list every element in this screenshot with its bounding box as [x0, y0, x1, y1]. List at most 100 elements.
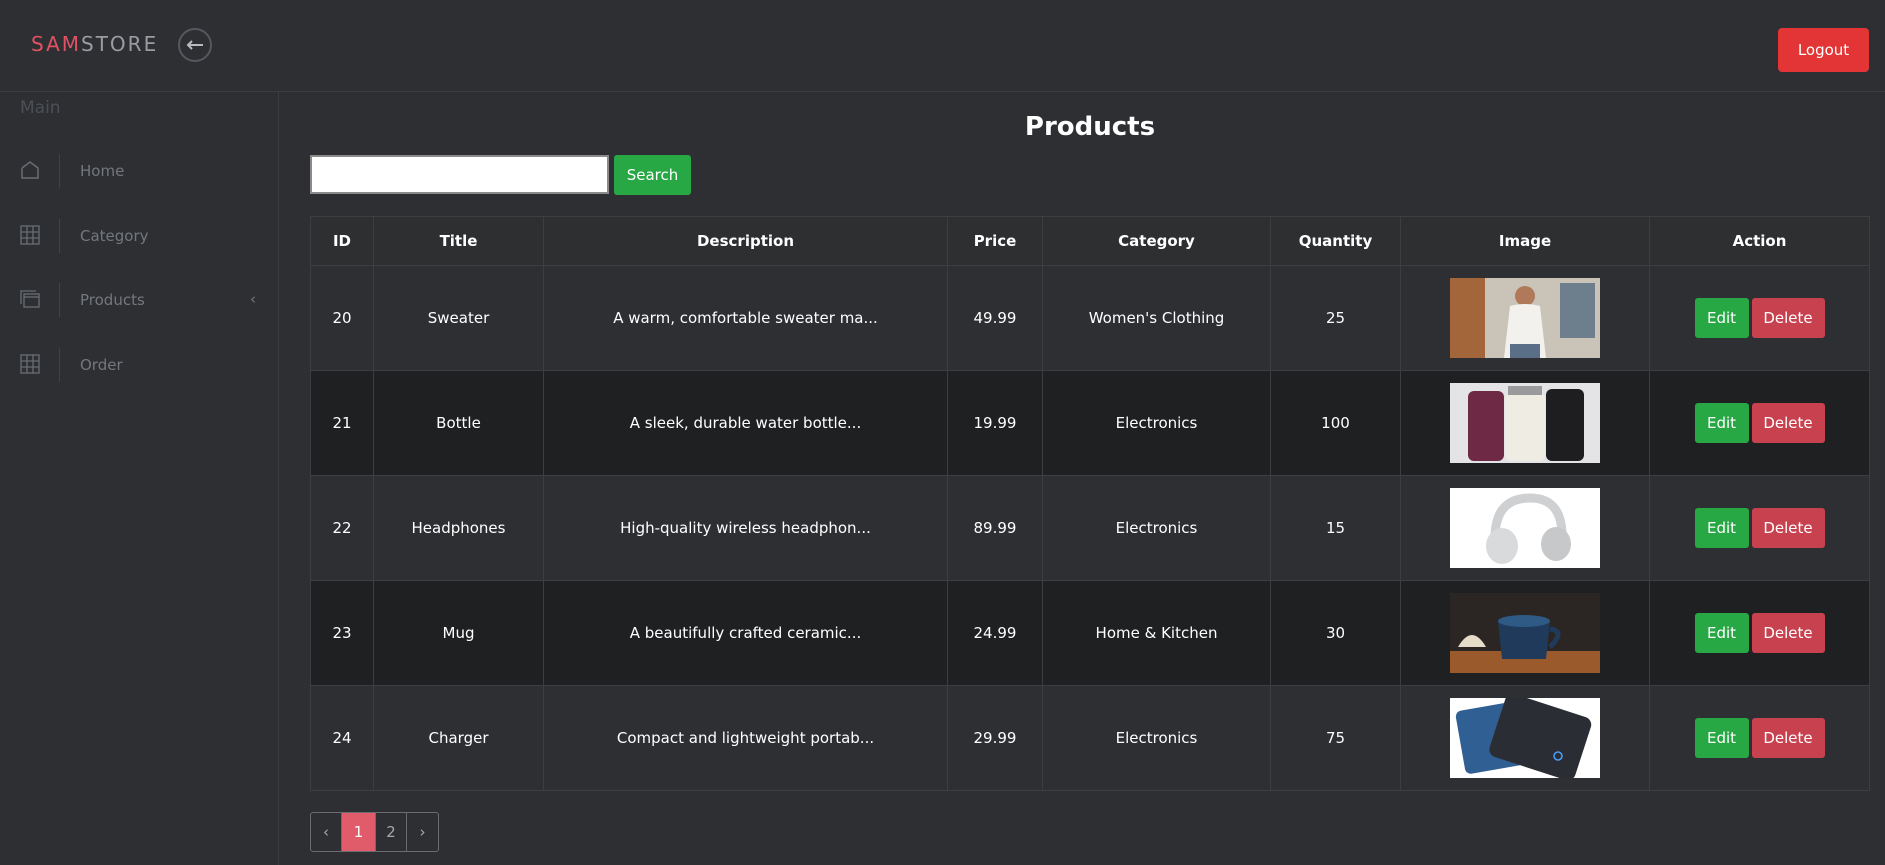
cell-action: Edit Delete — [1649, 475, 1870, 581]
edit-button[interactable]: Edit — [1694, 403, 1749, 443]
column-header-description: Description — [543, 216, 948, 266]
cell-price: 49.99 — [947, 265, 1043, 371]
cell-title: Headphones — [373, 475, 544, 581]
bottles-photo — [1450, 383, 1600, 463]
cell-quantity: 100 — [1270, 370, 1401, 476]
brand-logo[interactable]: SAMSTORE — [31, 32, 158, 56]
cell-id: 22 — [310, 475, 374, 581]
cell-image — [1400, 475, 1650, 581]
top-bar: SAMSTORE Logout — [0, 0, 1885, 92]
pagination-prev[interactable]: ‹ — [311, 813, 342, 851]
brand-part-store: STORE — [81, 32, 159, 56]
cell-quantity: 25 — [1270, 265, 1401, 371]
cell-image — [1400, 265, 1650, 371]
cell-quantity: 75 — [1270, 685, 1401, 791]
sidebar-item-label: Category — [80, 227, 149, 245]
cell-category: Electronics — [1042, 370, 1271, 476]
sidebar-item-home[interactable]: Home — [0, 154, 279, 188]
cell-action: Edit Delete — [1649, 580, 1870, 686]
cell-category: Home & Kitchen — [1042, 580, 1271, 686]
home-icon — [21, 161, 39, 179]
cell-title: Sweater — [373, 265, 544, 371]
sweater-photo — [1450, 278, 1600, 358]
cell-title: Mug — [373, 580, 544, 686]
cell-description: A sleek, durable water bottle... — [543, 370, 948, 476]
stack-icon — [20, 290, 40, 308]
pagination: ‹ 1 2 › — [310, 812, 439, 852]
table-row: 20 Sweater A warm, comfortable sweater m… — [310, 265, 1870, 371]
sidebar-item-separator — [59, 283, 60, 317]
sidebar-section-label: Main — [20, 98, 61, 118]
pagination-page-1[interactable]: 1 — [342, 813, 376, 851]
cell-action: Edit Delete — [1649, 685, 1870, 791]
sidebar-item-label: Products — [80, 291, 145, 309]
mug-photo — [1450, 593, 1600, 673]
cell-category: Electronics — [1042, 685, 1271, 791]
column-header-quantity: Quantity — [1270, 216, 1401, 266]
cell-id: 23 — [310, 580, 374, 686]
cell-description: Compact and lightweight portab... — [543, 685, 948, 791]
cell-title: Bottle — [373, 370, 544, 476]
column-header-action: Action — [1649, 216, 1870, 266]
delete-button[interactable]: Delete — [1751, 403, 1825, 443]
cell-category: Electronics — [1042, 475, 1271, 581]
cell-description: A beautifully crafted ceramic... — [543, 580, 948, 686]
search-button[interactable]: Search — [614, 155, 691, 195]
pagination-page-2[interactable]: 2 — [376, 813, 407, 851]
cell-action: Edit Delete — [1649, 265, 1870, 371]
edit-button[interactable]: Edit — [1694, 613, 1749, 653]
sidebar-item-separator — [59, 154, 60, 188]
sidebar-item-label: Home — [80, 162, 125, 180]
delete-button[interactable]: Delete — [1751, 298, 1825, 338]
cell-description: A warm, comfortable sweater ma... — [543, 265, 948, 371]
sidebar-toggle-button[interactable] — [178, 28, 212, 62]
pagination-next[interactable]: › — [407, 813, 438, 851]
search-input[interactable] — [310, 155, 609, 194]
cell-action: Edit Delete — [1649, 370, 1870, 476]
sidebar-item-separator — [59, 348, 60, 382]
column-header-id: ID — [310, 216, 374, 266]
column-header-image: Image — [1400, 216, 1650, 266]
table-row: 23 Mug A beautifully crafted ceramic... … — [310, 580, 1870, 686]
sidebar-item-order[interactable]: Order — [0, 348, 279, 382]
brand-part-sam: SAM — [31, 32, 82, 56]
table-row: 22 Headphones High-quality wireless head… — [310, 475, 1870, 581]
table-row: 24 Charger Compact and lightweight porta… — [310, 685, 1870, 791]
sidebar-item-category[interactable]: Category — [0, 219, 279, 253]
cell-id: 20 — [310, 265, 374, 371]
sidebar-item-products[interactable]: Products ‹ — [0, 283, 279, 317]
delete-button[interactable]: Delete — [1751, 718, 1825, 758]
cell-description: High-quality wireless headphon... — [543, 475, 948, 581]
edit-button[interactable]: Edit — [1694, 298, 1749, 338]
cell-category: Women's Clothing — [1042, 265, 1271, 371]
cell-id: 21 — [310, 370, 374, 476]
grid-icon — [20, 354, 40, 374]
table-row: 21 Bottle A sleek, durable water bottle.… — [310, 370, 1870, 476]
sidebar: Main Home Category Products ‹ Order — [0, 92, 279, 865]
products-table: ID Title Description Price Category Quan… — [310, 216, 1870, 791]
sidebar-item-separator — [59, 219, 60, 253]
cell-price: 29.99 — [947, 685, 1043, 791]
table-header-row: ID Title Description Price Category Quan… — [310, 216, 1870, 266]
powerbank-photo — [1450, 698, 1600, 778]
column-header-category: Category — [1042, 216, 1271, 266]
cell-quantity: 15 — [1270, 475, 1401, 581]
cell-price: 19.99 — [947, 370, 1043, 476]
cell-price: 24.99 — [947, 580, 1043, 686]
sidebar-item-label: Order — [80, 356, 123, 374]
cell-image — [1400, 370, 1650, 476]
grid-icon — [20, 225, 40, 245]
logout-button[interactable]: Logout — [1778, 28, 1869, 72]
cell-image — [1400, 580, 1650, 686]
edit-button[interactable]: Edit — [1694, 508, 1749, 548]
cell-quantity: 30 — [1270, 580, 1401, 686]
edit-button[interactable]: Edit — [1694, 718, 1749, 758]
cell-price: 89.99 — [947, 475, 1043, 581]
delete-button[interactable]: Delete — [1751, 508, 1825, 548]
column-header-title: Title — [373, 216, 544, 266]
headphones-photo — [1450, 488, 1600, 568]
cell-id: 24 — [310, 685, 374, 791]
column-header-price: Price — [947, 216, 1043, 266]
delete-button[interactable]: Delete — [1751, 613, 1825, 653]
chevron-left-icon: ‹ — [250, 290, 256, 308]
